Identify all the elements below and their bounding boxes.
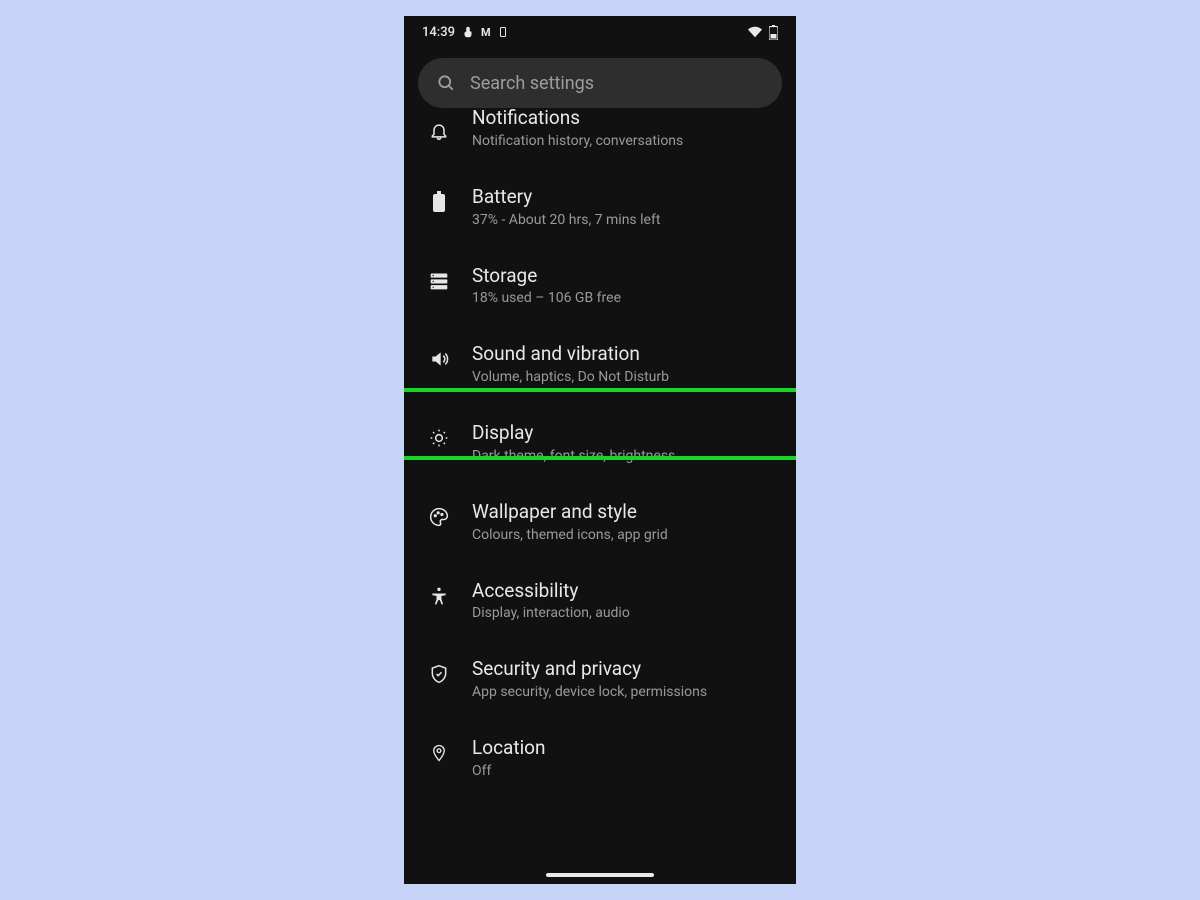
phone-frame: 14:39 M Search settings Notifications No…: [404, 16, 796, 884]
settings-item-title: Notifications: [472, 106, 788, 130]
search-settings-input[interactable]: Search settings: [418, 58, 782, 108]
settings-item-sub: App security, device lock, permissions: [472, 684, 788, 700]
wifi-icon: [747, 25, 763, 39]
settings-item-storage[interactable]: Storage 18% used – 106 GB free: [404, 246, 796, 325]
settings-item-title: Location: [472, 736, 788, 760]
settings-item-title: Battery: [472, 185, 788, 209]
touch-icon: [461, 25, 475, 39]
settings-item-wallpaper[interactable]: Wallpaper and style Colours, themed icon…: [404, 482, 796, 561]
settings-item-sub: Notification history, conversations: [472, 133, 788, 149]
settings-item-display[interactable]: Display Dark theme, font size, brightnes…: [404, 403, 796, 482]
settings-item-accessibility[interactable]: Accessibility Display, interaction, audi…: [404, 561, 796, 640]
search-placeholder: Search settings: [470, 73, 594, 94]
status-bar: 14:39 M: [404, 16, 796, 48]
settings-item-notifications[interactable]: Notifications Notification history, conv…: [404, 114, 796, 167]
settings-item-location[interactable]: Location Off: [404, 718, 796, 797]
settings-item-title: Security and privacy: [472, 657, 788, 681]
battery-icon: [426, 189, 452, 215]
settings-item-sub: 37% - About 20 hrs, 7 mins left: [472, 212, 788, 228]
brightness-icon: [426, 425, 452, 451]
settings-item-battery[interactable]: Battery 37% - About 20 hrs, 7 mins left: [404, 167, 796, 246]
volume-icon: [426, 346, 452, 372]
storage-icon: [426, 268, 452, 294]
settings-list: Notifications Notification history, conv…: [404, 112, 796, 797]
settings-item-sub: Dark theme, font size, brightness: [472, 448, 788, 464]
settings-item-sub: Colours, themed icons, app grid: [472, 527, 788, 543]
settings-item-title: Wallpaper and style: [472, 500, 788, 524]
settings-item-sub: Off: [472, 763, 788, 779]
settings-item-sub: 18% used – 106 GB free: [472, 290, 788, 306]
phone-vibrate-icon: [497, 25, 509, 39]
settings-item-title: Accessibility: [472, 579, 788, 603]
home-indicator[interactable]: [546, 873, 654, 877]
settings-item-title: Sound and vibration: [472, 342, 788, 366]
settings-item-sub: Volume, haptics, Do Not Disturb: [472, 369, 788, 385]
settings-item-sub: Display, interaction, audio: [472, 605, 788, 621]
bell-icon: [426, 118, 452, 144]
accessibility-icon: [426, 583, 452, 609]
location-icon: [426, 740, 452, 766]
status-time: 14:39: [422, 25, 455, 40]
settings-item-title: Display: [472, 421, 788, 445]
gmail-icon: M: [481, 26, 491, 39]
battery-status-icon: [769, 25, 778, 40]
settings-item-sound[interactable]: Sound and vibration Volume, haptics, Do …: [404, 324, 796, 403]
settings-item-title: Storage: [472, 264, 788, 288]
shield-icon: [426, 661, 452, 687]
palette-icon: [426, 504, 452, 530]
settings-item-security[interactable]: Security and privacy App security, devic…: [404, 639, 796, 718]
search-icon: [436, 73, 456, 93]
